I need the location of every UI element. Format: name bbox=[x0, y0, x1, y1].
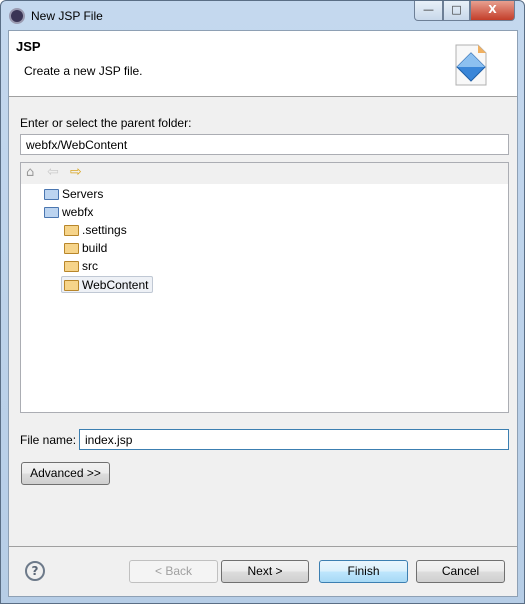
folder-icon bbox=[64, 261, 79, 272]
next-button[interactable]: Next > bbox=[221, 560, 309, 583]
tree-item-label: src bbox=[82, 259, 98, 273]
eclipse-icon bbox=[9, 8, 25, 24]
wizard-header: JSP Create a new JSP file. bbox=[9, 31, 517, 97]
web-project-icon bbox=[44, 207, 59, 218]
advanced-button[interactable]: Advanced >> bbox=[21, 462, 110, 485]
file-name-input[interactable]: index.jsp bbox=[79, 429, 509, 450]
back-button[interactable]: < Back bbox=[129, 560, 218, 583]
forward-arrow-icon[interactable]: ⇨ bbox=[70, 164, 82, 180]
project-folder-icon bbox=[44, 189, 59, 200]
maximize-button[interactable]: □ bbox=[443, 1, 470, 21]
wizard-description: Create a new JSP file. bbox=[24, 64, 143, 78]
title-bar: New JSP File — □ X bbox=[1, 1, 524, 31]
parent-folder-label: Enter or select the parent folder: bbox=[20, 116, 192, 130]
tree-toolbar: ⌂ ⇦ ⇨ bbox=[21, 163, 508, 184]
dialog-window: New JSP File — □ X JSP Create a new JSP … bbox=[0, 0, 525, 604]
tree-item-webfx[interactable]: webfx bbox=[42, 204, 96, 221]
folder-icon bbox=[64, 243, 79, 254]
tree-item-label: .settings bbox=[82, 223, 127, 237]
folder-icon bbox=[64, 225, 79, 236]
close-button[interactable]: X bbox=[470, 1, 515, 21]
tree-item-label: WebContent bbox=[82, 278, 149, 292]
cancel-button[interactable]: Cancel bbox=[416, 560, 505, 583]
folder-icon bbox=[64, 280, 79, 291]
dialog-content: JSP Create a new JSP file. Enter or sele… bbox=[8, 30, 518, 597]
tree-item-src[interactable]: src bbox=[62, 258, 101, 275]
tree-item-label: build bbox=[82, 241, 108, 255]
file-name-label: File name: bbox=[20, 433, 77, 447]
tree-item-label: webfx bbox=[62, 205, 94, 219]
window-title: New JSP File bbox=[31, 9, 103, 23]
folder-tree[interactable]: ⌂ ⇦ ⇨ Servers webfx .settings build src … bbox=[20, 162, 509, 413]
back-arrow-icon[interactable]: ⇦ bbox=[47, 164, 59, 180]
tree-item-build[interactable]: build bbox=[62, 240, 110, 257]
home-icon[interactable]: ⌂ bbox=[26, 165, 34, 180]
minimize-button[interactable]: — bbox=[414, 1, 443, 21]
parent-folder-input[interactable]: webfx/WebContent bbox=[20, 134, 509, 155]
finish-button[interactable]: Finish bbox=[319, 560, 408, 583]
tree-item-servers[interactable]: Servers bbox=[42, 186, 106, 203]
jsp-file-icon bbox=[455, 44, 487, 86]
tree-item-label: Servers bbox=[62, 187, 104, 201]
help-icon[interactable]: ? bbox=[25, 561, 45, 581]
tree-item-webcontent[interactable]: WebContent bbox=[61, 276, 153, 293]
tree-item-settings[interactable]: .settings bbox=[62, 222, 130, 239]
separator bbox=[9, 546, 517, 547]
wizard-title: JSP bbox=[16, 39, 41, 54]
